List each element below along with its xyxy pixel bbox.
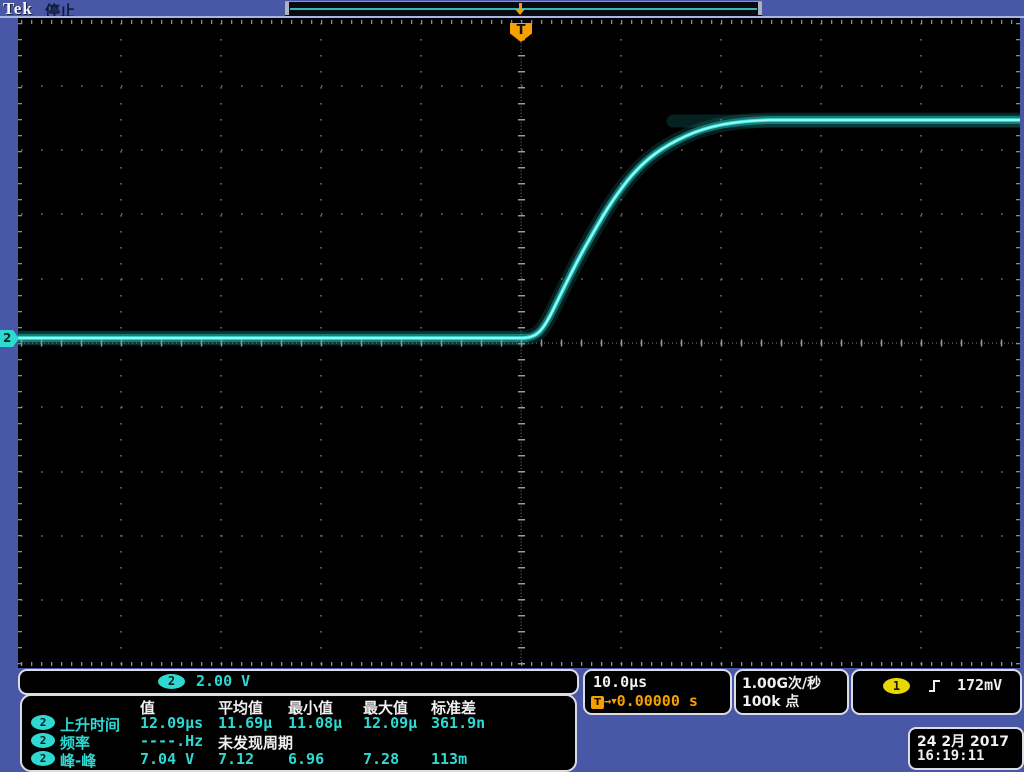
time-per-div: 10.0µs: [593, 673, 647, 691]
measurement-value: 7.04 V: [140, 750, 194, 768]
measurement-mean: 7.12: [218, 750, 254, 768]
measurement-std: 113m: [431, 750, 467, 768]
record-length: 100k 点: [742, 691, 799, 711]
trigger-level-value: 172mV: [957, 676, 1002, 694]
channel2-waveform: [18, 18, 1020, 668]
channel2-volts-per-div: 2.00 V: [196, 672, 250, 690]
measurement-min: 11.08µ: [288, 714, 342, 732]
top-status-bar: Tek 停止: [0, 0, 1024, 16]
channel2-scale-readout[interactable]: 2 2.00 V: [18, 669, 579, 695]
time-label: 16:19:11: [917, 748, 984, 764]
measurement-value: 12.09µs: [140, 714, 203, 732]
trigger-readout[interactable]: 1 172mV: [851, 669, 1022, 715]
waveform-glow-outer: [18, 120, 1020, 338]
channel2-badge: 2: [31, 715, 55, 730]
measurement-std: 361.9n: [431, 714, 485, 732]
trigger-t-icon: T: [591, 696, 604, 709]
measurements-header-row: 值 平均值 最小值 最大值 标准差: [22, 697, 575, 714]
channel2-badge: 2: [31, 751, 55, 766]
channel2-badge: 2: [158, 674, 185, 689]
channel2-badge: 2: [31, 733, 55, 748]
record-bracket-right-icon: [758, 2, 762, 15]
measurement-row-risetime: 2 上升时间 12.09µs 11.69µ 11.08µ 12.09µ 361.…: [22, 714, 575, 731]
waveform-glow-inner: [18, 120, 1020, 338]
channel2-ground-marker[interactable]: 2: [0, 330, 19, 347]
trigger-position-arrowhead-icon[interactable]: [515, 9, 525, 15]
measurement-min: 6.96: [288, 750, 324, 768]
scope-display: [18, 18, 1020, 668]
datetime-readout: 24 2月 2017 16:19:11: [908, 727, 1024, 770]
measurements-panel[interactable]: 值 平均值 最小值 最大值 标准差 2 上升时间 12.09µs 11.69µ …: [20, 694, 577, 772]
trigger-source-badge: 1: [883, 678, 910, 694]
timebase-readout[interactable]: 10.0µs T→▼0.00000 s: [583, 669, 732, 715]
record-bracket-left-icon: [285, 2, 289, 15]
channel2-ground-marker-label: 2: [3, 331, 11, 345]
trigger-position-readout: T→▼0.00000 s: [591, 692, 698, 708]
rising-edge-icon: [927, 678, 943, 694]
sample-rate: 1.00G次/秒: [742, 673, 821, 693]
measurement-max: 12.09µ: [363, 714, 417, 732]
measurement-row-frequency: 2 频率 ----.Hz 未发现周期: [22, 732, 575, 749]
waveform-trace-core: [18, 120, 1020, 338]
acquisition-readout[interactable]: 1.00G次/秒 100k 点: [734, 669, 849, 715]
trigger-position-value: 0.00000 s: [617, 692, 698, 710]
measurement-mean: 11.69µ: [218, 714, 272, 732]
measurement-row-peak-to-peak: 2 峰-峰 7.04 V 7.12 6.96 7.28 113m: [22, 750, 575, 767]
waveform-trace: [18, 120, 1020, 338]
measurement-value: ----.Hz: [140, 732, 203, 750]
measurement-max: 7.28: [363, 750, 399, 768]
